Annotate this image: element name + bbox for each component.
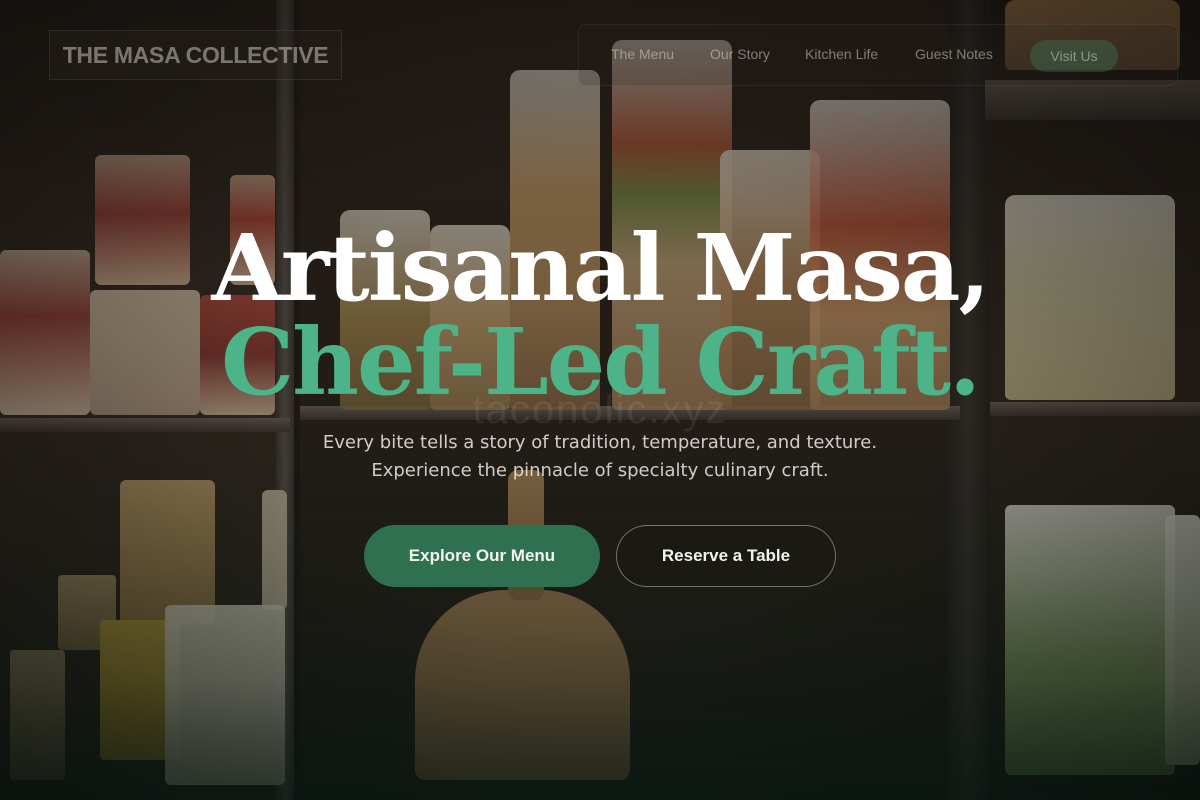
hero-subtitle-line1: Every bite tells a story of tradition, t… xyxy=(322,432,878,453)
visit-us-button[interactable]: Visit Us xyxy=(1030,40,1118,72)
nav-link-story[interactable]: Our Story xyxy=(710,46,770,62)
brand-logo[interactable]: THE MASA COLLECTIVE xyxy=(49,30,342,80)
watermark: taconolic.xyz xyxy=(472,388,728,432)
hero-subtitle-line2: Experience the pinnacle of specialty cul… xyxy=(371,460,829,481)
explore-menu-button[interactable]: Explore Our Menu xyxy=(364,525,600,587)
hero-headline-line1: Artisanal Masa, xyxy=(211,214,990,322)
reserve-table-button[interactable]: Reserve a Table xyxy=(616,525,836,587)
nav-link-kitchen-life[interactable]: Kitchen Life xyxy=(805,46,878,62)
nav-link-menu[interactable]: The Menu xyxy=(611,46,674,62)
nav-link-guest-notes[interactable]: Guest Notes xyxy=(915,46,993,62)
